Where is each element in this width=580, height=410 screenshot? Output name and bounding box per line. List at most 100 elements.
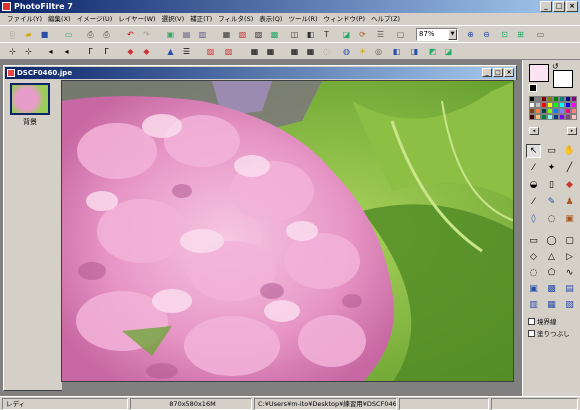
advanced-brush-tool-icon[interactable]: ✎ [544, 195, 559, 209]
border-checkbox[interactable] [528, 317, 535, 325]
layer-thumbnail[interactable] [10, 83, 50, 115]
color-palette[interactable] [529, 96, 577, 120]
shadow-icon[interactable]: ◧ [304, 28, 317, 40]
triangle-shape-icon[interactable]: △ [544, 250, 559, 264]
copy-icon[interactable]: ▤ [180, 28, 193, 40]
select-all-icon[interactable]: ▣ [526, 282, 541, 296]
fill-icon[interactable]: ◪ [340, 28, 353, 40]
maximize-button[interactable]: □ [553, 1, 565, 12]
zoom-in-icon[interactable]: ⊕ [464, 28, 477, 40]
magic-wand-tool-icon[interactable]: ✦ [544, 161, 559, 175]
blur-tool-icon[interactable]: ◊ [526, 212, 541, 226]
print-preview-icon[interactable]: ⎙ [100, 28, 113, 40]
grayscale-icon[interactable]: ▦ [220, 28, 233, 40]
scan-icon[interactable]: ▭ [62, 28, 75, 40]
eraser-tool-icon[interactable]: ◆ [562, 178, 577, 192]
fill-bucket-tool-icon[interactable]: ◒ [526, 178, 541, 192]
canvas-size-icon[interactable]: ▩ [268, 28, 281, 40]
contrast-minus-icon[interactable]: Γ [84, 45, 97, 57]
fit-window-icon[interactable]: ⊞ [514, 28, 527, 40]
diamond-shape-icon[interactable]: ◇ [526, 250, 541, 264]
hand-tool-icon[interactable]: ✋ [562, 144, 577, 158]
brightness-minus-icon[interactable]: ◂ [44, 45, 57, 57]
doc-close-button[interactable]: × [504, 68, 514, 77]
emboss-icon[interactable]: ▦ [304, 45, 317, 57]
chevron-down-icon[interactable]: ▼ [448, 29, 457, 40]
eyedropper-tool-icon[interactable]: ⁄ [526, 161, 541, 175]
brush-tool-icon[interactable]: ⁄ [526, 195, 541, 209]
selection-options-icon[interactable]: ▤ [562, 282, 577, 296]
palette-prev-button[interactable]: ◂ [529, 127, 539, 135]
frame-icon[interactable]: ◫ [288, 28, 301, 40]
auto-level-icon[interactable]: ⊹ [6, 45, 19, 57]
clone-tool-icon[interactable]: ▣ [562, 212, 577, 226]
redo-icon[interactable]: ↷ [140, 28, 153, 40]
menu-select[interactable]: 選択(V) [159, 13, 188, 25]
sharpen-icon[interactable]: ▦ [264, 45, 277, 57]
zoom-out-icon[interactable]: ⊖ [480, 28, 493, 40]
play-shape-icon[interactable]: ▷ [562, 250, 577, 264]
saturation-plus-icon[interactable]: ◆ [140, 45, 153, 57]
rotate-icon[interactable]: ⟳ [356, 28, 369, 40]
minimize-button[interactable]: _ [540, 1, 552, 12]
selection-tool-icon[interactable]: ▭ [544, 144, 559, 158]
drop-icon[interactable]: ◍ [340, 45, 353, 57]
smudge-tool-icon[interactable]: ◌ [544, 212, 559, 226]
fullscreen-icon[interactable]: ▭ [534, 28, 547, 40]
contrast-plus-icon[interactable]: Γ [100, 45, 113, 57]
align-left-icon[interactable]: ▥ [526, 298, 541, 312]
polygon-shape-icon[interactable]: ⬠ [544, 266, 559, 280]
automate-icon[interactable]: ☰ [374, 28, 387, 40]
cut-icon[interactable]: ▥ [196, 28, 209, 40]
doc-maximize-button[interactable]: □ [493, 68, 503, 77]
menu-adjust[interactable]: 補正(T) [187, 13, 215, 25]
lasso-shape-icon[interactable]: ◌ [526, 266, 541, 280]
menu-edit[interactable]: 編集(X) [45, 13, 74, 25]
spray-tool-icon[interactable]: ▯ [544, 178, 559, 192]
swap-colors-icon[interactable]: ↺ [552, 62, 559, 71]
noise-icon[interactable]: ▦ [288, 45, 301, 57]
line-tool-icon[interactable]: ╱ [562, 161, 577, 175]
open-icon[interactable]: ▰ [22, 28, 35, 40]
close-button[interactable]: × [566, 1, 578, 12]
align-right-icon[interactable]: ▧ [562, 298, 577, 312]
actual-size-icon[interactable]: ⊡ [498, 28, 511, 40]
menu-filter[interactable]: フィルタ(S) [215, 13, 256, 25]
pointer-tool-icon[interactable]: ↖ [526, 144, 541, 158]
undo-filter-icon[interactable]: ▨ [204, 45, 217, 57]
auto-contrast-icon[interactable]: ⊹ [22, 45, 35, 57]
stamp-tool-icon[interactable]: ♟ [562, 195, 577, 209]
foreground-color-swatch[interactable] [529, 64, 549, 82]
align-center-icon[interactable]: ▦ [544, 298, 559, 312]
menu-window[interactable]: ウィンドウ(P) [321, 13, 369, 25]
gamma-plus-icon[interactable]: ☰ [180, 45, 193, 57]
curve-shape-icon[interactable]: ∿ [562, 266, 577, 280]
zoom-select[interactable]: 87% ▼ [416, 28, 458, 41]
paste-icon[interactable]: ▣ [164, 28, 177, 40]
effects-icon[interactable]: ◎ [372, 45, 385, 57]
image-size-icon[interactable]: ▨ [252, 28, 265, 40]
sun-icon[interactable]: ☀ [356, 45, 369, 57]
new-icon[interactable]: ▯ [6, 28, 19, 40]
default-colors-icon[interactable] [529, 84, 537, 92]
rotate-right-icon[interactable]: ◪ [442, 45, 455, 57]
menu-tools[interactable]: ツール(R) [285, 13, 320, 25]
menu-help[interactable]: ヘルプ(Z) [368, 13, 403, 25]
blur-icon[interactable]: ▦ [248, 45, 261, 57]
palette-next-button[interactable]: ▸ [567, 127, 577, 135]
rotate-left-icon[interactable]: ◩ [426, 45, 439, 57]
ellipse-shape-icon[interactable]: ◯ [544, 234, 559, 248]
save-icon[interactable]: ■ [38, 28, 51, 40]
rounded-rect-shape-icon[interactable]: ▢ [562, 234, 577, 248]
fill-checkbox[interactable] [528, 329, 535, 337]
gamma-icon[interactable]: ▲ [164, 45, 177, 57]
redo-filter-icon[interactable]: ▨ [222, 45, 235, 57]
saturation-minus-icon[interactable]: ◆ [124, 45, 137, 57]
rectangle-shape-icon[interactable]: ▭ [526, 234, 541, 248]
image-canvas[interactable] [61, 80, 514, 382]
flip-vertical-icon[interactable]: ◨ [408, 45, 421, 57]
fill-option[interactable]: 塗りつぶし [528, 328, 570, 338]
undo-icon[interactable]: ↶ [124, 28, 137, 40]
print-icon[interactable]: ⎙ [84, 28, 97, 40]
text-icon[interactable]: T [320, 28, 333, 40]
